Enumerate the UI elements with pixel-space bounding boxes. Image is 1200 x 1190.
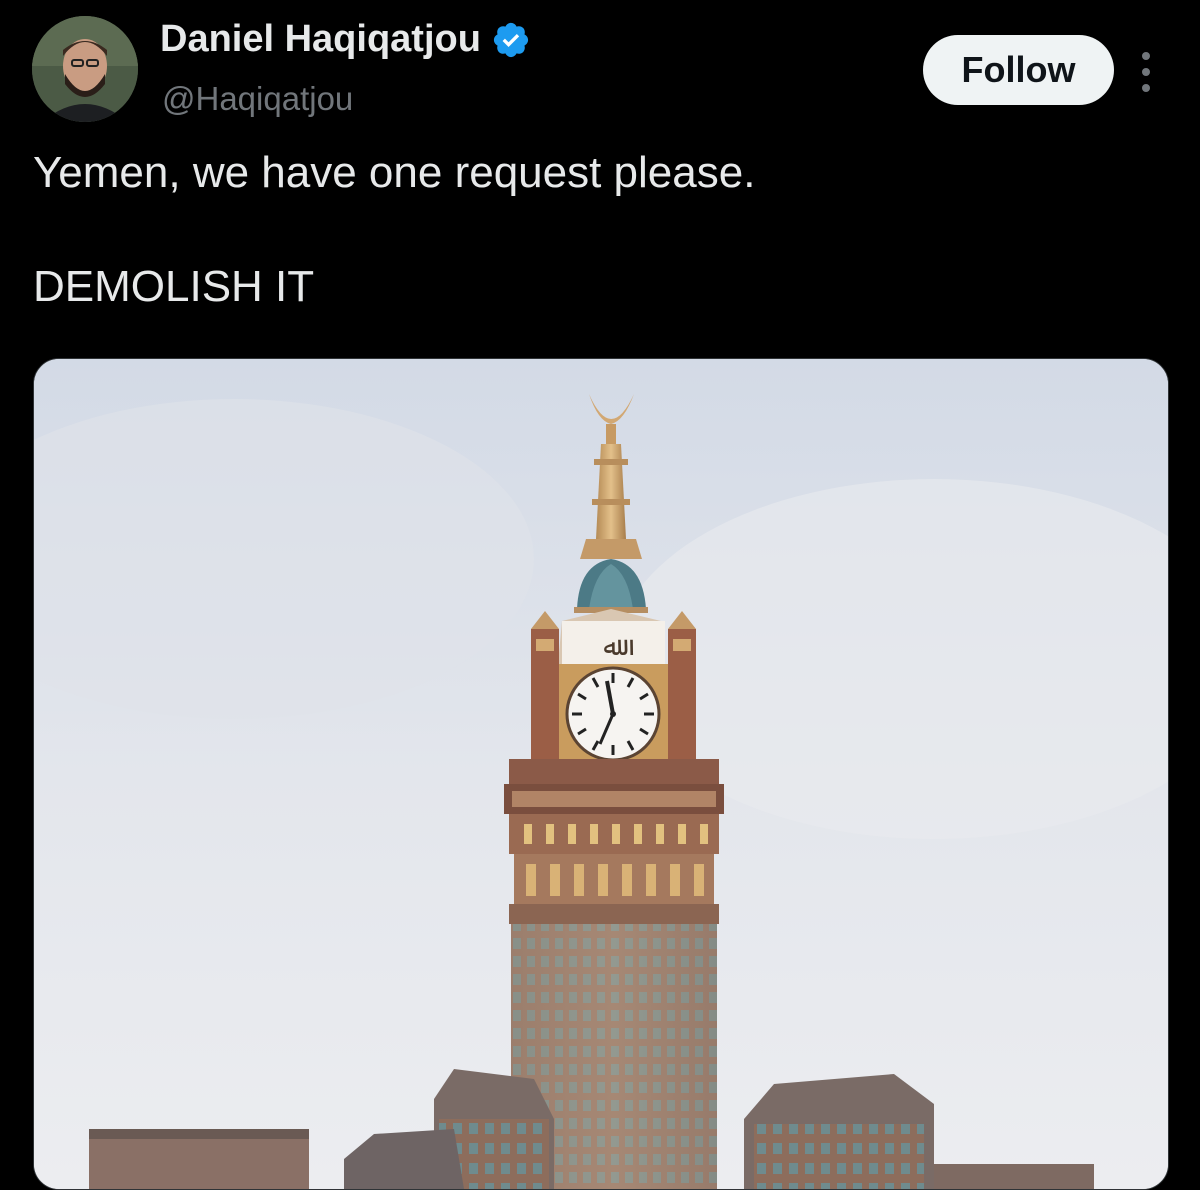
- tweet-text-line-1: Yemen, we have one request please.: [33, 148, 756, 197]
- more-dot: [1142, 68, 1150, 76]
- author-name[interactable]: Daniel Haqiqatjou: [160, 18, 481, 61]
- more-dot: [1142, 52, 1150, 60]
- follow-button[interactable]: Follow: [923, 35, 1114, 105]
- tweet-text-line-2: DEMOLISH IT: [33, 262, 315, 311]
- more-dot: [1142, 84, 1150, 92]
- more-options-icon[interactable]: [1130, 44, 1162, 100]
- clock-tower-photo-icon: ﷲ: [34, 359, 1168, 1189]
- author-avatar[interactable]: [32, 16, 138, 122]
- author-name-row: Daniel Haqiqatjou: [160, 18, 531, 61]
- tweet-media-photo[interactable]: ﷲ: [33, 358, 1169, 1190]
- verified-badge-icon[interactable]: [491, 20, 531, 60]
- author-handle[interactable]: @Haqiqatjou: [162, 80, 353, 118]
- avatar-image: [32, 16, 138, 122]
